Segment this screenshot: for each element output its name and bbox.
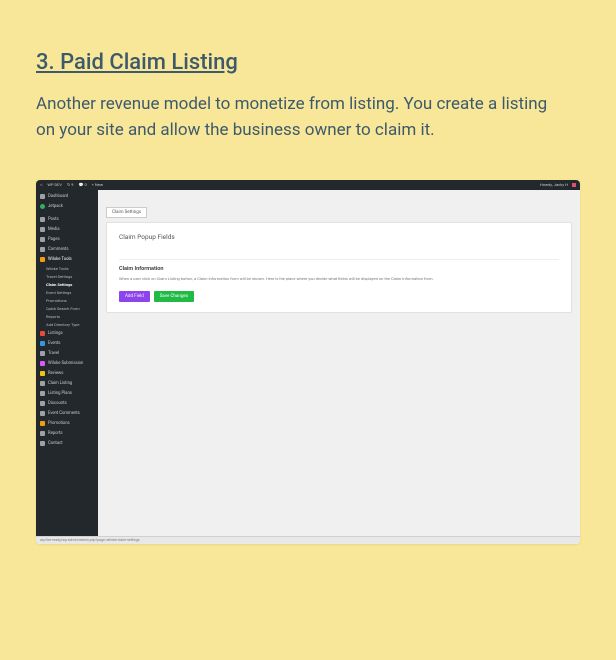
sidebar-item-promotions[interactable]: Promotions: [36, 419, 98, 429]
promotions-icon: [40, 421, 45, 426]
submenu-event-settings[interactable]: Event Settings: [42, 289, 98, 297]
main-content: Claim Settings Claim Popup Fields Claim …: [98, 190, 580, 536]
pages-icon: [40, 237, 45, 242]
new-button[interactable]: + New: [92, 182, 103, 187]
section-heading: 3. Paid Claim Listing: [36, 50, 580, 75]
sidebar-item-posts[interactable]: Posts: [36, 215, 98, 225]
avatar[interactable]: [572, 183, 576, 187]
sidebar-item-wiloke-tools[interactable]: Wiloke Tools: [36, 255, 98, 265]
listings-icon: [40, 331, 45, 336]
sidebar-item-media[interactable]: Media: [36, 225, 98, 235]
dashboard-icon: [40, 194, 45, 199]
submenu-add-directory[interactable]: Add Directory Type: [42, 321, 98, 329]
embedded-screenshot: ⌂ WP DEV ↻ 9 💬 0 + New Howdy, Jacky H Da…: [36, 180, 580, 544]
tab-claim-settings[interactable]: Claim Settings: [106, 207, 147, 218]
settings-panel: Claim Popup Fields Claim Information Whe…: [106, 222, 572, 314]
section-description: When a user click on Claim Listing butto…: [119, 276, 559, 282]
wp-logo-icon: ⌂: [40, 182, 42, 187]
events-icon: [40, 341, 45, 346]
submenu-reports[interactable]: Reports: [42, 313, 98, 321]
sidebar-item-comments[interactable]: Comments: [36, 245, 98, 255]
submenu-quick-search[interactable]: Quick Search Form: [42, 305, 98, 313]
sidebar-item-travel[interactable]: Travel: [36, 349, 98, 359]
reports-icon: [40, 431, 45, 436]
reviews-icon: [40, 371, 45, 376]
posts-icon: [40, 217, 45, 222]
contact-icon: [40, 441, 45, 446]
sidebar-item-reviews[interactable]: Reviews: [36, 369, 98, 379]
updates-icon[interactable]: ↻ 9: [67, 182, 74, 187]
submenu-wiloke-tools[interactable]: Wiloke Tools: [42, 265, 98, 273]
sidebar-item-events[interactable]: Events: [36, 339, 98, 349]
sidebar-item-listings[interactable]: Listings: [36, 329, 98, 339]
add-field-button[interactable]: Add Field: [119, 291, 150, 302]
event-comments-icon: [40, 411, 45, 416]
save-changes-button[interactable]: Save Changes: [154, 291, 194, 302]
browser-status-bar: wp/live-ready/wp-admin/admin.php?page=wi…: [36, 536, 580, 544]
sidebar-item-listing-plans[interactable]: Listing Plans: [36, 389, 98, 399]
submission-icon: [40, 361, 45, 366]
discounts-icon: [40, 401, 45, 406]
plans-icon: [40, 391, 45, 396]
comments-icon[interactable]: 💬 0: [79, 182, 87, 187]
section-body: Another revenue model to monetize from l…: [36, 91, 556, 144]
section-title: Claim Information: [119, 259, 559, 272]
submenu-promotions[interactable]: Promotions: [42, 297, 98, 305]
comments-icon: [40, 247, 45, 252]
sidebar-item-event-comments[interactable]: Event Comments: [36, 409, 98, 419]
admin-sidebar: Dashboard Jetpack Posts Media Pages Comm…: [36, 190, 98, 536]
sidebar-item-claim-listing[interactable]: Claim Listing: [36, 379, 98, 389]
sidebar-item-dashboard[interactable]: Dashboard: [36, 192, 98, 202]
sidebar-item-submission[interactable]: Wiloke Submission: [36, 359, 98, 369]
site-name[interactable]: WP DEV: [47, 182, 62, 187]
howdy-text[interactable]: Howdy, Jacky H: [540, 182, 568, 187]
wp-admin-bar: ⌂ WP DEV ↻ 9 💬 0 + New Howdy, Jacky H: [36, 180, 580, 190]
claim-icon: [40, 381, 45, 386]
sidebar-item-discounts[interactable]: Discounts: [36, 399, 98, 409]
panel-title: Claim Popup Fields: [119, 233, 559, 249]
travel-icon: [40, 351, 45, 356]
sidebar-submenu-wiloke: Wiloke Tools Travel Settings Claim Setti…: [36, 265, 98, 329]
submenu-travel-settings[interactable]: Travel Settings: [42, 273, 98, 281]
submenu-claim-settings[interactable]: Claim Settings: [42, 281, 98, 289]
wiloke-icon: [40, 257, 45, 262]
sidebar-item-contact[interactable]: Contact: [36, 439, 98, 449]
sidebar-item-reports[interactable]: Reports: [36, 429, 98, 439]
sidebar-item-jetpack[interactable]: Jetpack: [36, 202, 98, 212]
jetpack-icon: [40, 204, 45, 209]
sidebar-item-pages[interactable]: Pages: [36, 235, 98, 245]
media-icon: [40, 227, 45, 232]
